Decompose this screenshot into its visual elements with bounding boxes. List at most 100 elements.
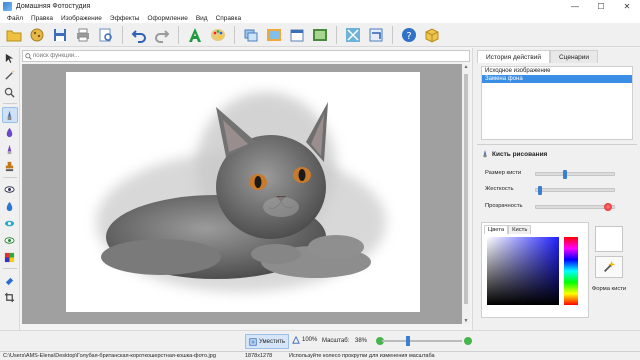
window-controls: — ☐ ✕ [562,0,640,13]
search-input[interactable] [33,53,453,59]
preview-button[interactable] [96,25,116,45]
print-button[interactable] [73,25,93,45]
gallery-icon [30,28,44,41]
brush-shape-icon [604,260,616,272]
arrow-tool[interactable] [2,50,18,66]
close-button[interactable]: ✕ [614,0,640,13]
brush-size-slider[interactable] [535,170,615,179]
brush-shape-label: Форма кисти [591,286,627,292]
palette-button[interactable] [208,25,228,45]
scroll-down-arrow-icon[interactable]: ▼ [462,318,470,324]
color-tabs: Цвета Кисть [484,225,532,234]
history-item-bg-replace[interactable]: Замена фона [482,75,632,83]
brush-small-icon [483,150,487,158]
status-bar: C:\Users\AMS-Elena\Desktop\Голубая-брита… [0,351,640,360]
cursor-icon [5,53,14,63]
crop-button[interactable] [366,25,386,45]
menu-edit[interactable]: Правка [27,15,57,22]
scroll-up-arrow-icon[interactable]: ▲ [462,64,470,70]
tools-separator [2,268,17,269]
save-button[interactable] [50,25,70,45]
color-replace-tool[interactable] [2,249,18,265]
history-list: Исходное изображение Замена фона [481,66,633,140]
history-item-original[interactable]: Исходное изображение [482,67,632,75]
undo-button[interactable] [129,25,149,45]
hardness-knob[interactable] [538,186,542,195]
vertical-scrollbar[interactable]: ▲ ▼ [462,64,470,324]
help-button[interactable]: ? [399,25,419,45]
eraser-tool[interactable] [2,272,18,288]
tab-scenarios[interactable]: Сценарии [550,50,599,63]
opacity-slider[interactable] [535,203,615,211]
stamp-tool[interactable] [2,158,18,174]
redo-icon [155,29,170,43]
layers-button[interactable] [241,25,261,45]
cat-photo [66,72,420,312]
stamp-icon [5,161,14,171]
frame-button[interactable] [264,25,284,45]
color-picker: Цвета Кисть [481,222,589,318]
tools-separator [2,177,17,178]
brush-tool[interactable] [1,107,18,123]
resize-button[interactable] [343,25,363,45]
color-gradient[interactable] [487,237,559,305]
menu-help[interactable]: Справка [212,15,246,22]
resize-icon [346,27,360,42]
current-color-swatch[interactable] [595,226,623,252]
tools-panel [0,48,20,330]
open-folder-button[interactable] [4,25,24,45]
magic-wand-tool[interactable] [2,67,18,83]
collage-icon [313,28,327,41]
toolbar-separator [178,25,179,44]
text-button[interactable] [185,25,205,45]
blur-tool[interactable] [2,198,18,214]
help-icon: ? [402,27,416,42]
panel-divider [477,144,637,145]
zoom-100-icon [292,336,300,344]
status-image-size: 1878x1278 [245,353,273,359]
menu-file[interactable]: Файл [3,15,27,22]
undo-icon [131,29,146,43]
fit-button[interactable]: Уместить [245,334,289,349]
sharpen-icon [4,220,15,226]
zoom-in-button[interactable] [464,337,472,345]
photo-canvas[interactable] [66,72,420,312]
open-gallery-button[interactable] [27,25,47,45]
collage-button[interactable] [310,25,330,45]
brush-shape-button[interactable] [595,256,623,278]
redo-button[interactable] [152,25,172,45]
eye-tool[interactable] [2,181,18,197]
redeye-tool[interactable] [2,232,18,248]
zoom-slider[interactable] [382,340,462,342]
hardness-slider[interactable] [535,186,615,195]
wand-icon [5,70,15,80]
calendar-icon [290,29,304,41]
crop-tool[interactable] [2,289,18,305]
opacity-knob[interactable] [604,203,612,211]
brush-panel-title: Кисть рисования [492,150,548,158]
box-button[interactable] [422,25,442,45]
eye-icon [4,185,15,193]
menu-image[interactable]: Изображение [57,15,106,22]
sharpen-tool[interactable] [2,215,18,231]
opacity-label: Прозрачность [485,203,523,209]
toolbar: ? [0,23,640,47]
canvas-area[interactable] [22,64,462,324]
zoom-100-button[interactable]: 100% [292,336,317,344]
drop-tool[interactable] [2,124,18,140]
menu-view[interactable]: Вид [192,15,212,22]
tab-colors[interactable]: Цвета [484,225,509,234]
hue-slider[interactable] [564,237,578,305]
maximize-button[interactable]: ☐ [588,0,614,13]
brush-size-knob[interactable] [563,170,567,179]
scroll-thumb[interactable] [464,74,468,304]
zoom-knob[interactable] [406,336,410,346]
pencil-tool[interactable] [2,141,18,157]
calendar-button[interactable] [287,25,307,45]
minimize-button[interactable]: — [562,0,588,13]
tab-brush[interactable]: Кисть [508,225,532,234]
menu-decoration[interactable]: Оформление [143,15,191,22]
tab-history[interactable]: История действий [477,50,550,63]
menu-effects[interactable]: Эффекты [106,15,144,22]
zoom-tool[interactable] [2,84,18,100]
